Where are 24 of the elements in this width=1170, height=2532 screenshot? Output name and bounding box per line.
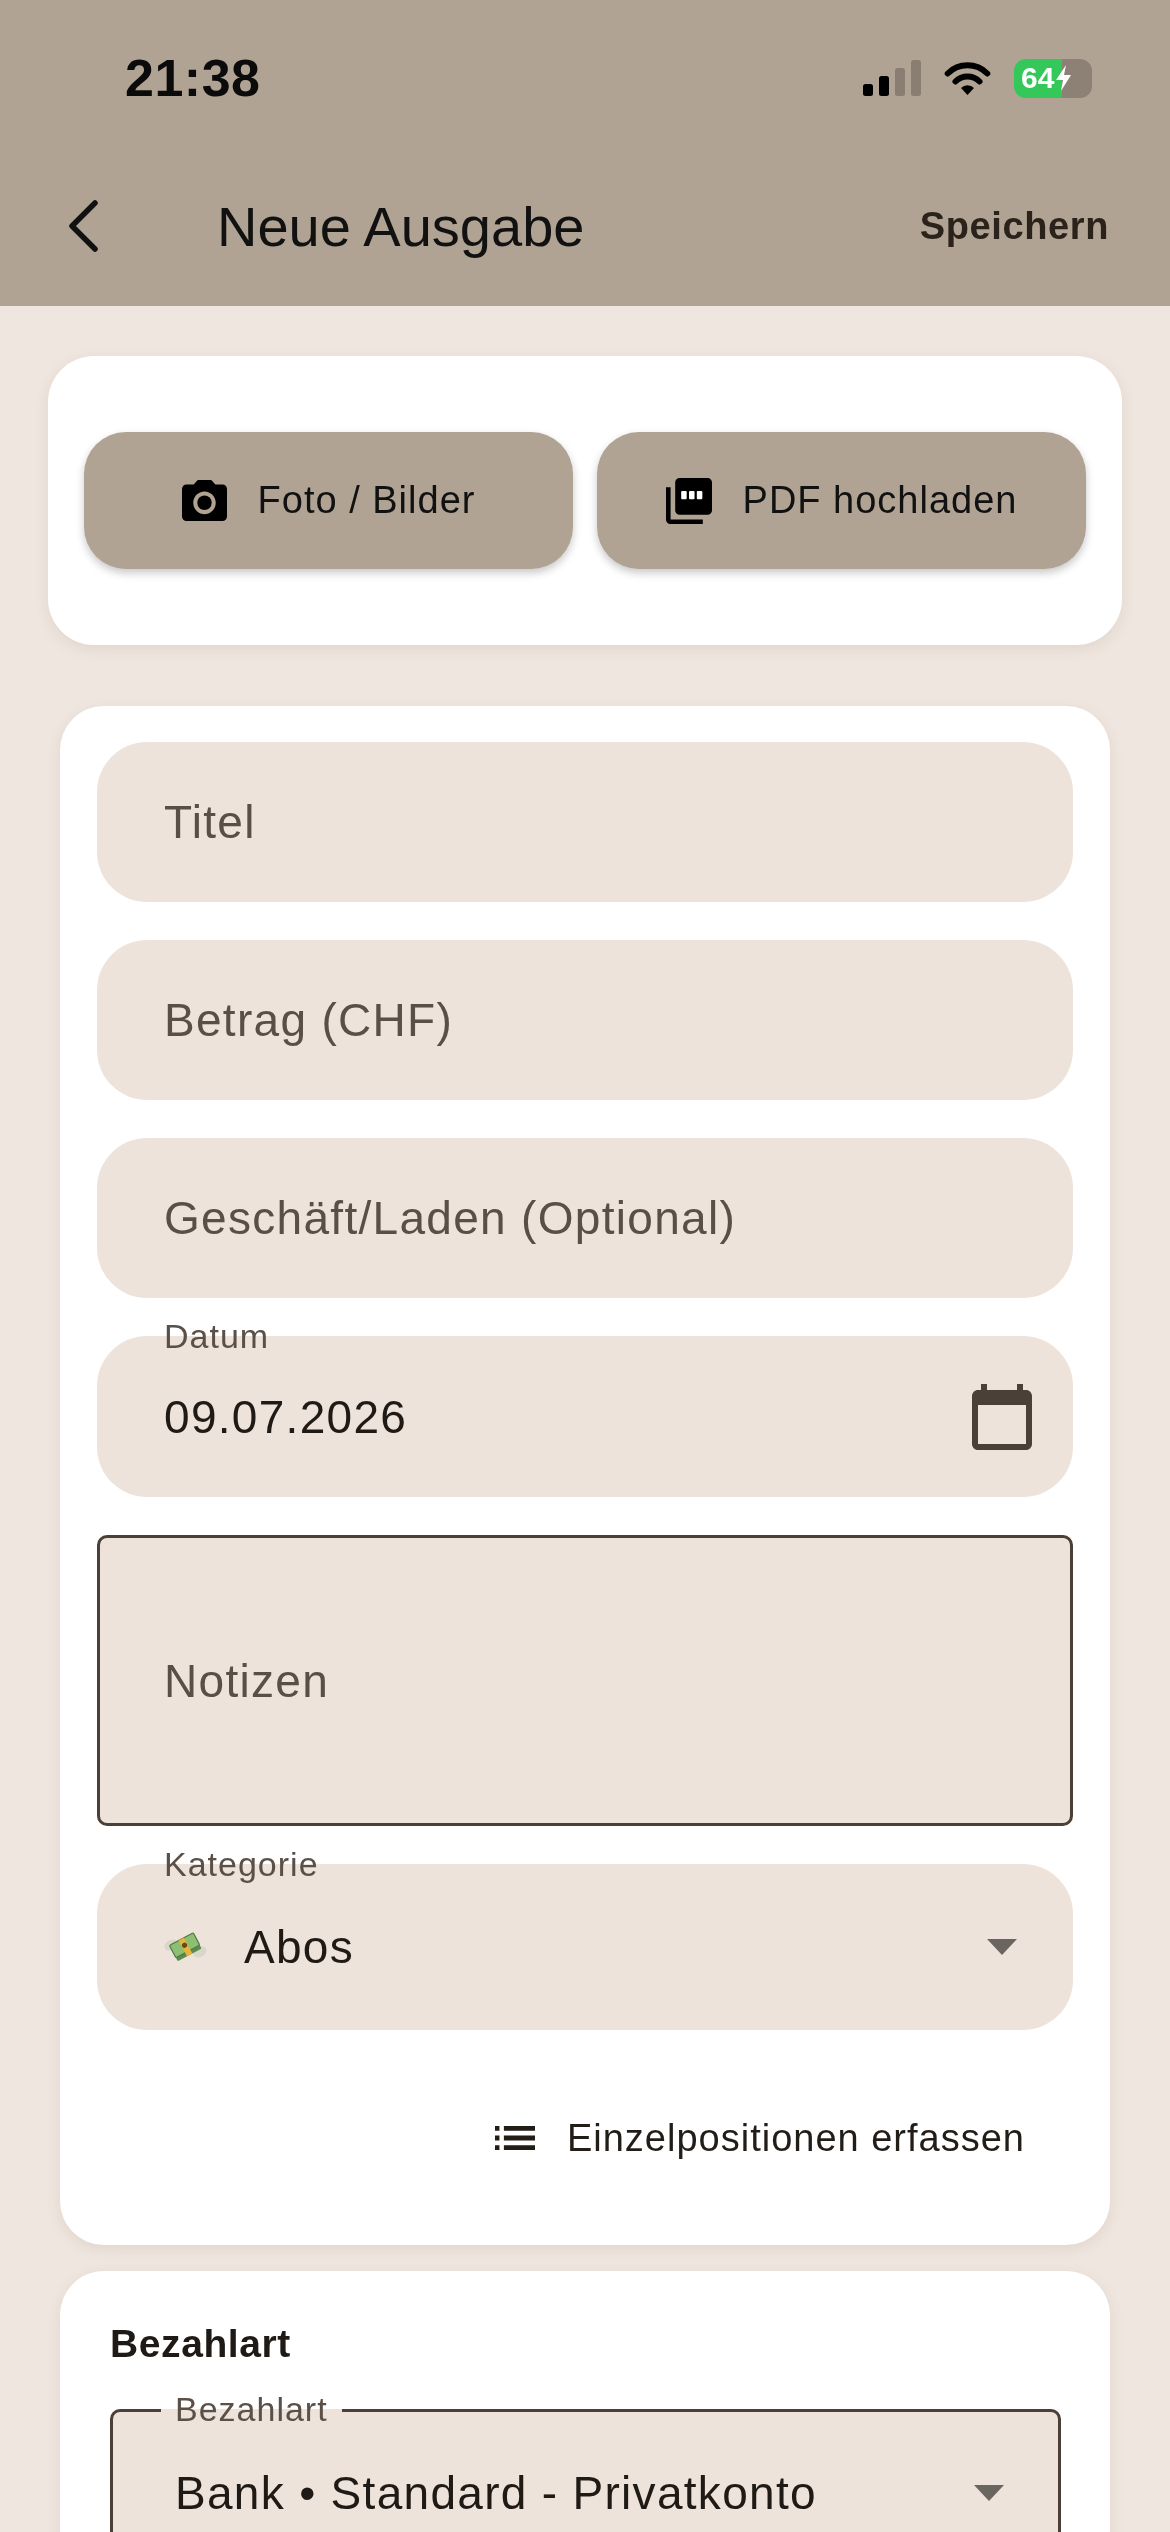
section-heading: Bezahlart	[110, 2321, 291, 2367]
wifi-icon	[942, 60, 993, 96]
back-icon[interactable]	[67, 199, 99, 253]
document-stack-icon	[665, 477, 712, 524]
text-field[interactable]: Geschäft/Laden (Optional)	[97, 1138, 1073, 1298]
upload-button[interactable]: PDF hochladen	[597, 432, 1086, 569]
upload-button[interactable]: Foto / Bilder	[84, 432, 573, 569]
camera-icon	[181, 480, 227, 521]
category-dropdown[interactable]: Kategorie Abos	[97, 1849, 1073, 2030]
save-button[interactable]: Speichern	[919, 204, 1109, 248]
dropdown-arrow-icon	[974, 2485, 1004, 2501]
cell-signal-icon	[863, 60, 921, 96]
date-field[interactable]: Datum 09.07.2026	[97, 1321, 1073, 1497]
calendar-icon[interactable]	[972, 1383, 1032, 1450]
line-items-button[interactable]: Einzelpositionen erfassen	[470, 2098, 1049, 2178]
text-field[interactable]: Titel	[97, 742, 1073, 902]
lightning-bolt-icon	[1056, 65, 1072, 91]
status-time: 21:38	[125, 48, 261, 108]
list-icon	[494, 2126, 535, 2150]
dropdown-arrow-icon	[987, 1939, 1017, 1955]
text-field[interactable]: Betrag (CHF)	[97, 940, 1073, 1100]
battery-percentage: 64	[1021, 63, 1055, 93]
screen-title: Neue Ausgabe	[217, 193, 585, 259]
notes-field[interactable]: Notizen	[97, 1535, 1073, 1826]
